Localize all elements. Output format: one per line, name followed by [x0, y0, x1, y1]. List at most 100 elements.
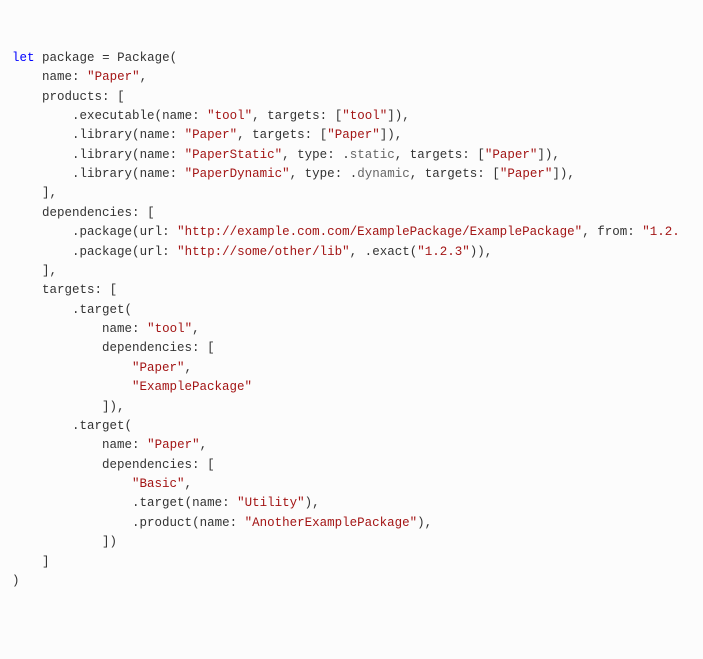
paren: ( — [125, 419, 133, 433]
comma: , — [237, 128, 245, 142]
label: targets — [425, 167, 478, 181]
colon: : — [192, 458, 200, 472]
label-products: products — [42, 90, 102, 104]
comma: , — [552, 148, 560, 162]
fn: library — [80, 148, 133, 162]
bracket-open: [ — [117, 90, 125, 104]
type-package: Package — [117, 51, 170, 65]
dot: . — [132, 496, 140, 510]
comma: , — [50, 264, 58, 278]
code-block: let package = Package( name: "Paper", pr… — [12, 49, 691, 592]
comma: , — [282, 148, 290, 162]
colon: : — [222, 496, 230, 510]
str: "tool" — [342, 109, 387, 123]
colon: : — [305, 128, 313, 142]
fn-executable: executable — [80, 109, 155, 123]
colon: : — [132, 322, 140, 336]
comma: , — [410, 167, 418, 181]
comma: , — [252, 109, 260, 123]
label-name: name — [42, 70, 72, 84]
label: dependencies — [102, 341, 192, 355]
colon: : — [335, 167, 343, 181]
paren: ( — [125, 303, 133, 317]
paren: ( — [132, 128, 140, 142]
paren: ( — [192, 516, 200, 530]
str: "1.2.3" — [417, 245, 470, 259]
str: "Paper" — [132, 361, 185, 375]
comma: , — [117, 400, 125, 414]
comma: , — [185, 361, 193, 375]
comma: , — [350, 245, 358, 259]
fn: target — [80, 303, 125, 317]
label: targets — [267, 109, 320, 123]
str: "Paper" — [147, 438, 200, 452]
str: "1.2. — [642, 225, 680, 239]
bracket: [ — [492, 167, 500, 181]
str: "tool" — [147, 322, 192, 336]
colon: : — [462, 148, 470, 162]
colon: : — [72, 70, 80, 84]
label: name — [162, 109, 192, 123]
comma: , — [290, 167, 298, 181]
comma: , — [567, 167, 575, 181]
comma: , — [485, 245, 493, 259]
bracket: ] — [102, 535, 110, 549]
label: type — [297, 148, 327, 162]
comma: , — [200, 438, 208, 452]
comma: , — [185, 477, 193, 491]
paren: ( — [132, 148, 140, 162]
label-targets: targets — [42, 283, 95, 297]
bracket: ] — [537, 148, 545, 162]
fn: exact — [372, 245, 410, 259]
bracket: [ — [207, 458, 215, 472]
bracket-close: ] — [42, 555, 50, 569]
label: name — [200, 516, 230, 530]
str: "PaperDynamic" — [185, 167, 290, 181]
dot: . — [72, 128, 80, 142]
fn: library — [80, 128, 133, 142]
colon: : — [230, 516, 238, 530]
label-deps: dependencies — [42, 206, 132, 220]
bracket: [ — [110, 283, 118, 297]
str: "AnotherExamplePackage" — [245, 516, 418, 530]
paren-close: ) — [12, 574, 20, 588]
dot: . — [342, 148, 350, 162]
enum: static — [350, 148, 395, 162]
dot: . — [72, 167, 80, 181]
comma: , — [140, 70, 148, 84]
paren: ( — [155, 109, 163, 123]
dot: . — [72, 419, 80, 433]
bracket: [ — [207, 341, 215, 355]
label: name — [192, 496, 222, 510]
paren: ) — [110, 400, 118, 414]
fn: package — [80, 225, 133, 239]
bracket: ] — [387, 109, 395, 123]
dot: . — [72, 245, 80, 259]
paren: ( — [185, 496, 193, 510]
colon: : — [320, 109, 328, 123]
colon: : — [327, 148, 335, 162]
fn: target — [80, 419, 125, 433]
colon: : — [162, 225, 170, 239]
paren: ) — [417, 516, 425, 530]
paren: ) — [477, 245, 485, 259]
fn: target — [140, 496, 185, 510]
label: targets — [410, 148, 463, 162]
str: "PaperStatic" — [185, 148, 283, 162]
str: "Paper" — [327, 128, 380, 142]
label: url — [140, 225, 163, 239]
label: name — [140, 148, 170, 162]
paren: ( — [132, 167, 140, 181]
label: from — [597, 225, 627, 239]
op-eq: = — [102, 51, 110, 65]
colon: : — [170, 148, 178, 162]
bracket-close: ] — [42, 186, 50, 200]
str: "ExamplePackage" — [132, 380, 252, 394]
str: "Paper" — [500, 167, 553, 181]
var-package: package — [42, 51, 95, 65]
paren-open: ( — [170, 51, 178, 65]
colon: : — [170, 167, 178, 181]
label: name — [140, 167, 170, 181]
bracket-close: ] — [42, 264, 50, 278]
comma: , — [582, 225, 590, 239]
